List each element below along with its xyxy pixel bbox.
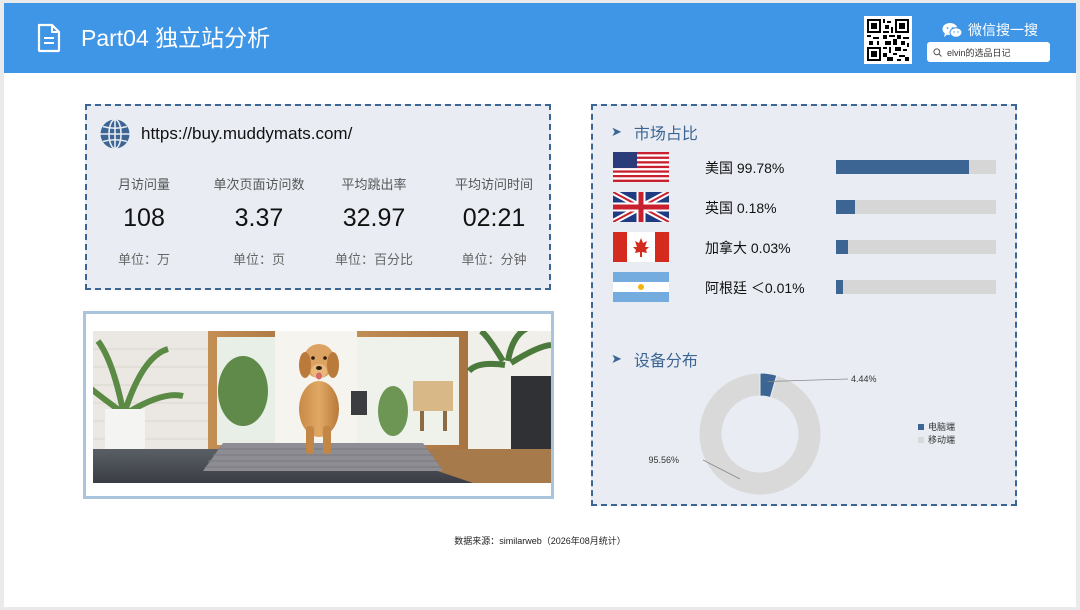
market-share-heading: ➤ 市场占比	[611, 120, 698, 144]
qr-code-icon	[864, 16, 912, 64]
share-bar-fill	[836, 280, 843, 294]
share-bar-track	[836, 160, 996, 174]
legend-item-mobile: 移动端	[918, 433, 955, 446]
wechat-search-label: 微信搜一搜	[942, 19, 1038, 41]
chevron-right-icon: ➤	[611, 124, 622, 139]
wechat-icon	[942, 22, 963, 38]
metric-label: 单次页面访问数	[213, 177, 305, 192]
metric-visit-duration: 平均访问时间 02:21 单位：分钟	[439, 174, 549, 268]
metric-value: 108	[123, 204, 165, 232]
wechat-label: 微信搜一搜	[968, 22, 1038, 38]
product-photo-frame	[83, 311, 554, 499]
metric-unit: 单位：万	[117, 252, 170, 267]
country-label: 英国 0.18%	[705, 200, 777, 216]
search-input[interactable]: elvin的选品日记	[927, 42, 1050, 62]
data-label-mobile: 95.56%	[648, 455, 679, 465]
us-flag-icon	[613, 152, 669, 182]
metric-pages-per-visit: 单次页面访问数 3.37 单位：页	[204, 174, 314, 268]
data-source-footer: 数据来源：similarweb（2026年08月统计）	[454, 536, 626, 546]
site-url: https://buy.muddymats.com/	[141, 124, 353, 143]
site-url-row: https://buy.muddymats.com/	[99, 118, 352, 150]
market-row-us: 美国 99.78%	[593, 150, 1013, 184]
share-bar-track	[836, 280, 996, 294]
metric-unit: 单位：百分比	[334, 252, 413, 267]
country-label: 加拿大 0.03%	[705, 240, 791, 256]
argentina-flag-icon	[613, 272, 669, 302]
product-photo	[93, 331, 551, 483]
share-bar-track	[836, 200, 996, 214]
document-icon	[37, 23, 61, 53]
globe-icon	[100, 118, 130, 150]
metric-unit: 单位：页	[232, 252, 285, 267]
market-share-title: 市场占比	[633, 126, 698, 143]
share-bar-track	[836, 240, 996, 254]
market-row-argentina: 阿根廷 ＜0.01%	[593, 270, 1013, 304]
country-label: 阿根廷 ＜0.01%	[705, 280, 805, 296]
metric-label: 平均访问时间	[454, 177, 533, 192]
metric-value: 3.37	[234, 204, 284, 232]
header-bar: Part04 独立站分析 微信搜一搜 elvin的选品日记	[4, 3, 1076, 73]
legend-swatch	[918, 423, 924, 430]
country-label: 美国 99.78%	[705, 160, 785, 176]
search-value: elvin的选品日记	[947, 47, 1011, 58]
legend-label: 电脑端	[928, 422, 956, 432]
chevron-right-icon: ➤	[611, 351, 622, 366]
metric-unit: 单位：分钟	[461, 252, 527, 267]
metric-label: 平均跳出率	[341, 177, 407, 192]
device-legend: 电脑端 移动端	[918, 420, 955, 446]
metric-monthly-visits: 月访问量 108 单位：万	[89, 174, 199, 268]
metric-bounce-rate: 平均跳出率 32.97 单位：百分比	[319, 174, 429, 268]
legend-label: 移动端	[928, 435, 956, 445]
metric-label: 月访问量	[117, 177, 170, 192]
donut-slice-mobile	[698, 372, 822, 496]
market-device-card: ➤ 市场占比 美国 99.78% 英国 0.18% 加拿大 0.03% 阿根廷 …	[591, 104, 1017, 506]
market-row-canada: 加拿大 0.03%	[593, 230, 1013, 264]
legend-item-desktop: 电脑端	[918, 420, 955, 433]
market-row-uk: 英国 0.18%	[593, 190, 1013, 224]
search-icon	[933, 47, 942, 57]
metric-value: 02:21	[462, 204, 526, 232]
slide: Part04 独立站分析 微信搜一搜 elvin的选品日记 https://bu…	[4, 3, 1076, 607]
metric-value: 32.97	[342, 204, 406, 232]
share-bar-fill	[836, 240, 848, 254]
legend-swatch	[918, 436, 924, 443]
canada-flag-icon	[613, 232, 669, 262]
share-bar-fill	[836, 160, 969, 174]
share-bar-fill	[836, 200, 855, 214]
page-title: Part04 独立站分析	[81, 25, 271, 51]
uk-flag-icon	[613, 192, 669, 222]
data-label-desktop: 4.44%	[851, 374, 877, 384]
site-stats-card: https://buy.muddymats.com/ 月访问量 108 单位：万…	[85, 104, 551, 290]
